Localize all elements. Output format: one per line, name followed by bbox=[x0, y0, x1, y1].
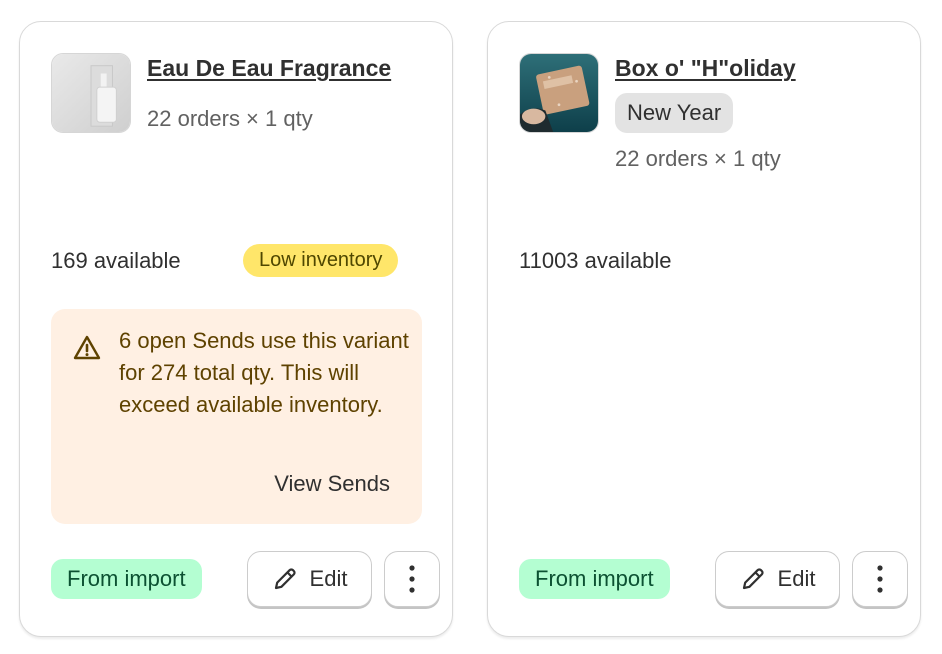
product-card-eau-de-eau: Eau De Eau Fragrance 22 orders × 1 qty 1… bbox=[19, 21, 453, 637]
new-year-tag: New Year bbox=[615, 93, 734, 133]
more-actions-button[interactable] bbox=[852, 551, 908, 607]
product-thumbnail[interactable] bbox=[519, 53, 599, 133]
edit-label: Edit bbox=[309, 566, 348, 591]
pencil-icon bbox=[742, 568, 764, 590]
order-quantity: 22 orders × 1 qty bbox=[147, 106, 313, 131]
more-vertical-icon bbox=[877, 565, 883, 593]
from-import-badge: From import bbox=[519, 559, 670, 599]
from-import-badge: From import bbox=[51, 559, 202, 599]
order-quantity: 22 orders × 1 qty bbox=[615, 146, 781, 171]
edit-button[interactable]: Edit bbox=[715, 551, 840, 607]
low-inventory-badge: Low inventory bbox=[243, 244, 399, 277]
product-thumbnail[interactable] bbox=[51, 53, 131, 133]
fragrance-bottle-image bbox=[52, 54, 130, 132]
available-count: 169 available bbox=[51, 248, 181, 273]
inventory-warning-banner: 6 open Sends use this variant for 274 to… bbox=[51, 309, 422, 524]
available-count: 11003 available bbox=[519, 248, 672, 273]
product-title[interactable]: Box o' "H"oliday bbox=[615, 55, 796, 82]
more-actions-button[interactable] bbox=[384, 551, 440, 607]
warning-triangle-icon bbox=[73, 335, 101, 360]
edit-button[interactable]: Edit bbox=[247, 551, 372, 607]
pencil-icon bbox=[274, 568, 296, 590]
product-title[interactable]: Eau De Eau Fragrance bbox=[147, 55, 391, 82]
holiday-box-image bbox=[520, 54, 598, 132]
product-card-box-holiday: Box o' "H"oliday New Year 22 orders × 1 … bbox=[487, 21, 921, 637]
view-sends-link[interactable]: View Sends bbox=[274, 471, 390, 497]
edit-label: Edit bbox=[777, 566, 816, 591]
warning-message: 6 open Sends use this variant for 274 to… bbox=[119, 328, 409, 417]
more-vertical-icon bbox=[409, 565, 415, 593]
